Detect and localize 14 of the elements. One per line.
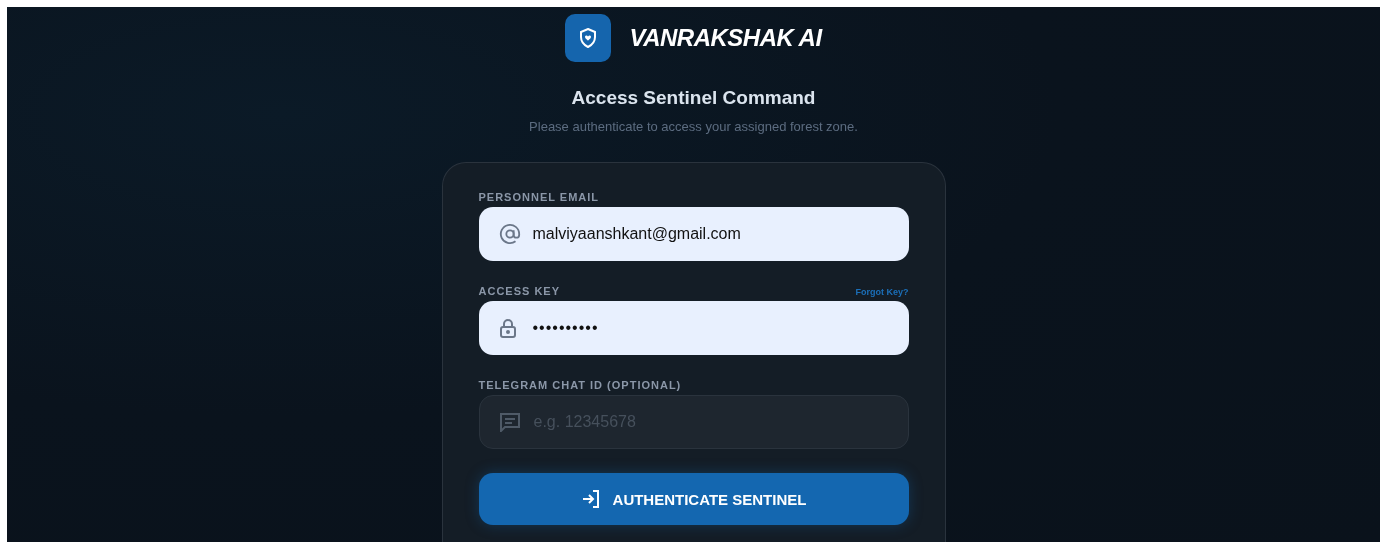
page-subtitle: Please authenticate to access your assigned forest zone. bbox=[529, 119, 858, 134]
login-icon bbox=[580, 489, 601, 509]
shield-logo-icon bbox=[565, 14, 612, 62]
brand-name: VANRAKSHAK AI bbox=[629, 24, 822, 52]
page-title: Access Sentinel Command bbox=[571, 87, 816, 109]
authenticate-button[interactable]: AUTHENTICATE SENTINEL bbox=[478, 473, 909, 525]
email-field[interactable]: malviyaanshkant@gmail.com bbox=[478, 207, 909, 261]
at-icon bbox=[498, 223, 521, 245]
lock-icon bbox=[498, 318, 517, 338]
field-label: TELEGRAM CHAT ID (OPTIONAL) bbox=[478, 379, 682, 391]
message-icon bbox=[498, 412, 521, 432]
password-field[interactable]: •••••••••• bbox=[478, 301, 909, 355]
field-label: ACCESS KEY bbox=[478, 285, 561, 297]
field-label: PERSONNEL EMAIL bbox=[478, 191, 600, 203]
